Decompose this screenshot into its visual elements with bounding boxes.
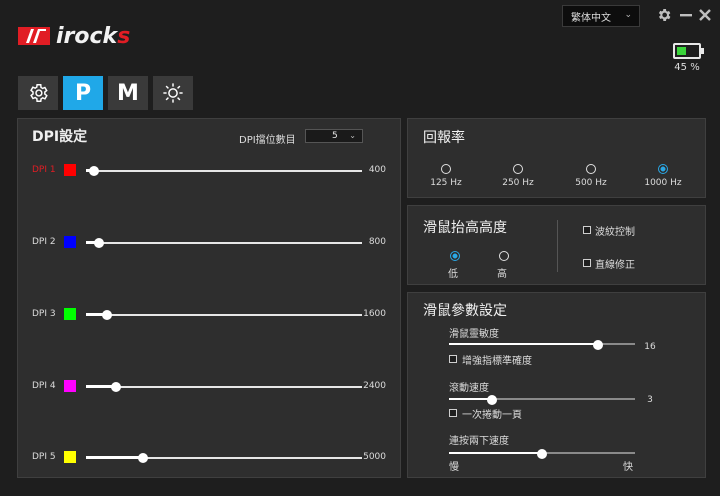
dpi-row: DPI 2 800 xyxy=(18,236,402,251)
scroll-speed-label: 滾動速度 xyxy=(449,383,489,394)
dpi-row: DPI 5 5000 xyxy=(18,451,402,466)
dpi-color-swatch[interactable] xyxy=(64,236,76,248)
slow-label: 慢 xyxy=(449,462,459,473)
dpi-color-swatch[interactable] xyxy=(64,164,76,176)
dpi-color-swatch[interactable] xyxy=(64,308,76,320)
double-click-label: 連按兩下速度 xyxy=(449,436,509,447)
report-rate-radio[interactable] xyxy=(658,164,668,174)
battery-icon xyxy=(673,43,704,59)
lift-height-title: 滑鼠抬高高度 xyxy=(423,220,507,236)
angle-snapping-checkbox[interactable] xyxy=(583,259,591,267)
report-rate-panel: 回報率 125 Hz 250 Hz 500 Hz 1000 Hz xyxy=(407,118,706,198)
tab-lighting[interactable] xyxy=(153,76,193,110)
lift-low-radio[interactable] xyxy=(450,251,460,261)
dpi-color-swatch[interactable] xyxy=(64,451,76,463)
report-rate-label: 500 Hz xyxy=(575,178,607,188)
logo-text: irocks xyxy=(56,23,131,49)
scroll-page-label: 一次捲動一頁 xyxy=(462,410,522,421)
gear-icon xyxy=(30,84,48,102)
report-rate-title: 回報率 xyxy=(423,130,465,146)
dpi-color-swatch[interactable] xyxy=(64,380,76,392)
irocks-logo: irocks xyxy=(18,23,131,49)
dpi-row: DPI 1 400 xyxy=(18,164,402,179)
dpi-slider-knob[interactable] xyxy=(102,310,113,320)
lift-low-label: 低 xyxy=(448,269,458,280)
dpi-slider-track[interactable] xyxy=(86,242,362,244)
dpi-value: 1600 xyxy=(363,309,386,319)
angle-snapping-label: 直線修正 xyxy=(595,260,635,271)
dpi-levels-select[interactable]: 5 ⌄ xyxy=(305,129,363,143)
close-icon[interactable] xyxy=(696,6,714,24)
dpi-slider-fill xyxy=(86,456,142,459)
battery-fill xyxy=(677,47,686,55)
sensitivity-slider[interactable] xyxy=(449,340,635,350)
double-click-slider[interactable] xyxy=(449,449,635,459)
dpi-panel: DPI設定 DPI擋位數目 5 ⌄ DPI 1 400 DPI 2 800 DPI 3 1… xyxy=(17,118,401,478)
report-rate-radio[interactable] xyxy=(513,164,523,174)
dpi-row-label[interactable]: DPI 3 xyxy=(32,309,62,319)
dpi-row: DPI 3 1600 xyxy=(18,308,402,323)
report-rate-label: 125 Hz xyxy=(430,178,462,188)
mouse-params-panel: 滑鼠參數設定 滑鼠靈敏度 16 增強指標準確度 滾動速度 3 一次捲動一頁 連按… xyxy=(407,292,706,478)
sensitivity-label: 滑鼠靈敏度 xyxy=(449,329,499,340)
scroll-speed-value: 3 xyxy=(647,395,653,405)
mouse-params-title: 滑鼠參數設定 xyxy=(423,303,507,319)
dpi-row-label[interactable]: DPI 1 xyxy=(32,165,62,175)
scroll-speed-knob[interactable] xyxy=(486,395,497,405)
dpi-slider-track[interactable] xyxy=(86,314,362,316)
double-click-knob[interactable] xyxy=(537,449,547,459)
chevron-down-icon: ⌄ xyxy=(349,131,356,140)
scroll-speed-slider[interactable] xyxy=(449,395,635,405)
dpi-value: 5000 xyxy=(363,452,386,462)
tab-macro[interactable]: M xyxy=(108,76,148,110)
settings-gear-icon[interactable] xyxy=(655,6,673,24)
scroll-page-checkbox[interactable] xyxy=(449,409,457,417)
dpi-value: 800 xyxy=(368,237,386,247)
dpi-levels-label: DPI擋位數目 xyxy=(239,135,296,146)
dpi-slider-fill xyxy=(86,385,114,388)
dpi-slider-knob[interactable] xyxy=(138,453,149,463)
tab-settings[interactable] xyxy=(18,76,58,110)
sun-icon xyxy=(163,83,183,103)
enhance-precision-label: 增強指標準確度 xyxy=(462,356,532,367)
dpi-slider-track[interactable] xyxy=(86,386,362,388)
dpi-levels-value: 5 xyxy=(332,131,338,141)
dpi-slider-knob[interactable] xyxy=(110,382,121,392)
report-rate-label: 1000 Hz xyxy=(644,178,682,188)
fast-label: 快 xyxy=(623,462,633,473)
report-rate-label: 250 Hz xyxy=(502,178,534,188)
report-rate-radio[interactable] xyxy=(441,164,451,174)
dpi-slider-knob[interactable] xyxy=(94,238,105,248)
lift-divider xyxy=(557,220,558,272)
ripple-control-checkbox[interactable] xyxy=(583,226,591,234)
lift-height-panel: 滑鼠抬高高度 低 高 波紋控制 直線修正 xyxy=(407,205,706,285)
dpi-slider-knob[interactable] xyxy=(88,166,99,176)
lift-high-label: 高 xyxy=(497,269,507,280)
chevron-down-icon: ⌄ xyxy=(624,10,632,20)
dpi-row: DPI 4 2400 xyxy=(18,380,402,395)
dpi-title: DPI設定 xyxy=(32,129,88,145)
enhance-precision-checkbox[interactable] xyxy=(449,355,457,363)
ripple-control-label: 波紋控制 xyxy=(595,227,635,238)
dpi-slider-track[interactable] xyxy=(86,170,362,172)
battery-percent: 45 % xyxy=(674,62,700,73)
dpi-row-label[interactable]: DPI 5 xyxy=(32,452,62,462)
sensitivity-knob[interactable] xyxy=(592,340,603,350)
language-selected-value: 繁体中文 xyxy=(571,12,611,24)
tab-performance[interactable]: P xyxy=(63,76,103,110)
dpi-row-label[interactable]: DPI 4 xyxy=(32,381,62,391)
language-select[interactable]: 繁体中文 ⌄ xyxy=(562,5,640,27)
dpi-value: 2400 xyxy=(363,381,386,391)
dpi-row-label[interactable]: DPI 2 xyxy=(32,237,62,247)
lift-high-radio[interactable] xyxy=(499,251,509,261)
sensitivity-value: 16 xyxy=(644,342,656,352)
minimize-icon[interactable] xyxy=(677,6,695,24)
logo-mark-icon xyxy=(18,27,50,45)
report-rate-radio[interactable] xyxy=(586,164,596,174)
dpi-value: 400 xyxy=(368,165,386,175)
